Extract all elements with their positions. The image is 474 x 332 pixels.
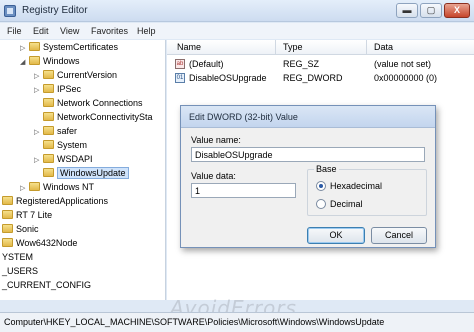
value-name-field[interactable]: [191, 147, 425, 162]
registry-tree: ▷ SystemCertificates ◢ Windows ▷ CurrentVer…: [0, 40, 166, 300]
menu-favorites[interactable]: Favorites: [91, 26, 128, 36]
tree-item-wow6432node[interactable]: Wow6432Node: [2, 237, 77, 250]
tree-item-registeredapplications[interactable]: RegisteredApplications: [2, 195, 108, 208]
folder-icon: [29, 182, 40, 191]
base-label: Base: [314, 164, 339, 174]
dialog-title-bar: Edit DWORD (32-bit) Value: [181, 106, 435, 128]
folder-icon: [2, 210, 13, 219]
title-bar: Registry Editor ▬ ▢ X: [0, 0, 474, 22]
expand-arrow-icon[interactable]: ▷: [20, 42, 29, 55]
column-header: Name Type Data: [167, 40, 474, 55]
expand-arrow-icon[interactable]: ▷: [20, 182, 29, 195]
cancel-button[interactable]: Cancel: [371, 227, 427, 244]
tree-item-system-hive[interactable]: YSTEM: [2, 251, 33, 264]
tree-item-current-config-hive[interactable]: _CURRENT_CONFIG: [2, 279, 91, 292]
collapse-arrow-icon[interactable]: ◢: [20, 56, 29, 69]
tree-item-currentversion[interactable]: ▷ CurrentVersion: [34, 69, 117, 82]
value-name: DisableOSUpgrade: [189, 73, 267, 83]
value-data: (value not set): [374, 59, 432, 69]
decimal-radio[interactable]: [316, 199, 326, 209]
expand-arrow-icon[interactable]: ▷: [34, 154, 43, 167]
tree-item-windowsupdate[interactable]: WindowsUpdate: [34, 167, 129, 180]
window-title: Registry Editor: [22, 5, 88, 16]
value-name-label: Value name:: [191, 135, 241, 145]
expand-arrow-icon[interactable]: ▷: [34, 84, 43, 97]
expand-arrow-icon[interactable]: ▷: [34, 126, 43, 139]
value-data-label: Value data:: [191, 171, 236, 181]
value-type: REG_SZ: [283, 59, 320, 69]
folder-icon: [2, 196, 13, 205]
menu-edit[interactable]: Edit: [33, 26, 49, 36]
menu-bar: File Edit View Favorites Help: [0, 23, 474, 39]
folder-icon: [43, 140, 54, 149]
folder-icon: [29, 56, 40, 65]
column-data[interactable]: Data: [374, 42, 393, 52]
tree-item-windows-nt[interactable]: ▷ Windows NT: [20, 181, 94, 194]
folder-icon: [2, 238, 13, 247]
folder-icon: [2, 224, 13, 233]
tree-item-ipsec[interactable]: ▷ IPSec: [34, 83, 81, 96]
tree-item-system[interactable]: System: [34, 139, 87, 152]
tree-item-systemcertificates[interactable]: ▷ SystemCertificates: [20, 41, 118, 54]
value-data-field[interactable]: [191, 183, 296, 198]
tree-item-windows[interactable]: ◢ Windows: [20, 55, 80, 68]
menu-file[interactable]: File: [7, 26, 22, 36]
string-value-icon: ab: [175, 59, 185, 69]
folder-icon: [43, 84, 54, 93]
folder-icon: [43, 126, 54, 135]
maximize-button[interactable]: ▢: [420, 3, 442, 18]
status-bar: Computer\HKEY_LOCAL_MACHINE\SOFTWARE\Pol…: [0, 312, 474, 332]
expand-arrow-icon[interactable]: ▷: [34, 70, 43, 83]
decimal-label[interactable]: Decimal: [330, 199, 363, 209]
registry-editor-window: Registry Editor ▬ ▢ X File Edit View Fav…: [0, 0, 474, 332]
close-button[interactable]: X: [444, 3, 470, 18]
tree-item-users-hive[interactable]: _USERS: [2, 265, 38, 278]
value-row[interactable]: 01 DisableOSUpgrade REG_DWORD 0x00000000…: [167, 71, 474, 85]
tree-item-rt7lite[interactable]: RT 7 Lite: [2, 209, 52, 222]
tree-item-network-connections[interactable]: Network Connections: [34, 97, 143, 110]
tree-item-wsdapi[interactable]: ▷ WSDAPI: [34, 153, 93, 166]
dialog-title: Edit DWORD (32-bit) Value: [189, 112, 298, 122]
hexadecimal-label[interactable]: Hexadecimal: [330, 181, 382, 191]
folder-icon: [43, 98, 54, 107]
ok-button[interactable]: OK: [307, 227, 365, 244]
menu-view[interactable]: View: [60, 26, 79, 36]
column-type[interactable]: Type: [283, 42, 303, 52]
menu-help[interactable]: Help: [137, 26, 156, 36]
folder-icon: [43, 112, 54, 121]
minimize-button[interactable]: ▬: [396, 3, 418, 18]
value-data: 0x00000000 (0): [374, 73, 438, 83]
value-row[interactable]: ab (Default) REG_SZ (value not set): [167, 57, 474, 71]
tree-item-networkconnectivitystatus[interactable]: NetworkConnectivitySta: [34, 111, 153, 124]
folder-icon: [29, 42, 40, 51]
folder-icon: [43, 70, 54, 79]
base-group: Base Hexadecimal Decimal: [307, 164, 427, 216]
tree-item-safer[interactable]: ▷ safer: [34, 125, 77, 138]
column-name[interactable]: Name: [177, 42, 201, 52]
registry-editor-icon: [4, 5, 16, 17]
dword-value-icon: 01: [175, 73, 185, 83]
tree-item-sonic[interactable]: Sonic: [2, 223, 39, 236]
value-type: REG_DWORD: [283, 73, 343, 83]
value-name: (Default): [189, 59, 224, 69]
edit-dword-dialog: Edit DWORD (32-bit) Value Value name: Va…: [180, 105, 436, 248]
folder-icon: [43, 168, 54, 177]
hexadecimal-radio[interactable]: [316, 181, 326, 191]
folder-icon: [43, 154, 54, 163]
